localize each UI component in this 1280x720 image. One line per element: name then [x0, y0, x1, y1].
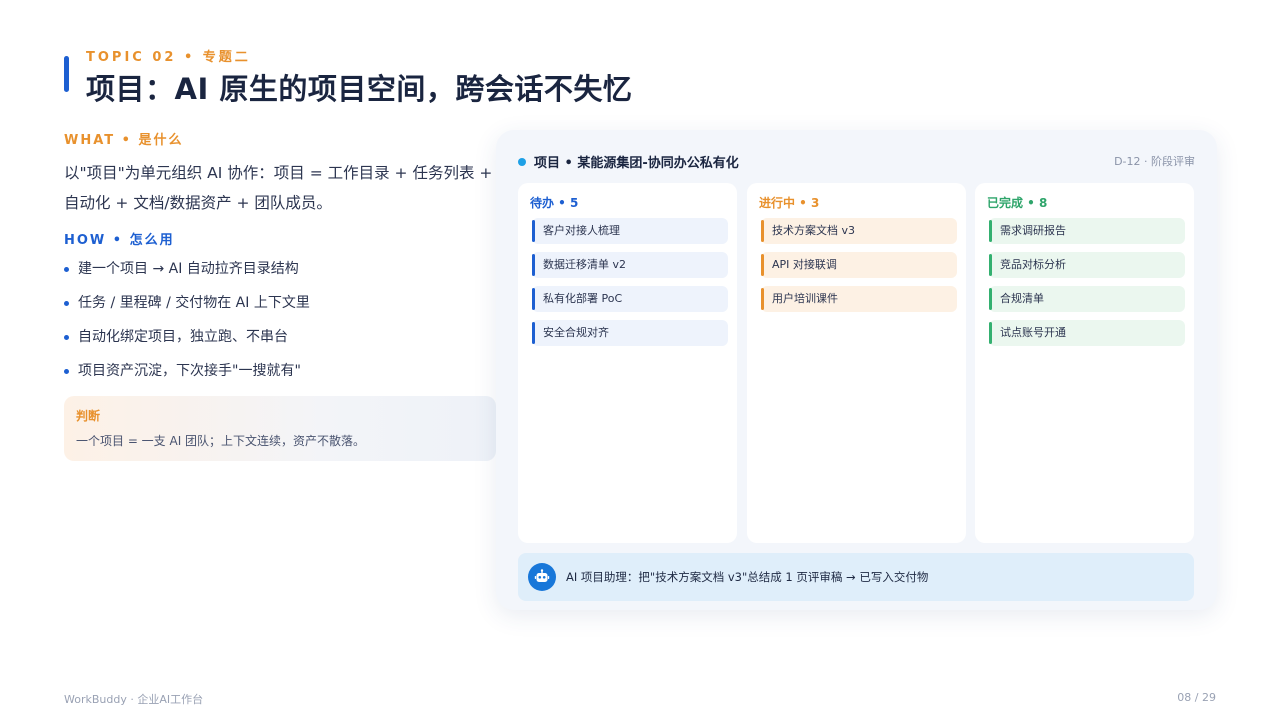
how-label: HOW • 怎么用 — [64, 233, 175, 248]
ai-assistant-bar[interactable]: AI 项目助理：把"技术方案文档 v3"总结成 1 页评审稿 → 已写入交付物 — [518, 553, 1194, 601]
task-card[interactable]: 用户培训课件 — [761, 286, 957, 312]
judgement-text: 一个项目 = 一支 AI 团队；上下文连续，资产不散落。 — [76, 434, 366, 448]
task-card[interactable]: 私有化部署 PoC — [532, 286, 728, 312]
bullet-dot-icon — [64, 267, 69, 272]
project-board-panel: 项目 • 某能源集团-协同办公私有化 D-12 · 阶段评审 待办 • 5 客户… — [496, 130, 1217, 610]
board-header: 项目 • 某能源集团-协同办公私有化 — [518, 152, 739, 171]
how-item: 建一个项目 → AI 自动拉齐目录结构 — [64, 256, 310, 290]
footer-brand: WorkBuddy · 企业AI工作台 — [64, 693, 204, 706]
topic-label: TOPIC 02 • 专题二 — [86, 50, 251, 65]
judgement-box: 判断 一个项目 = 一支 AI 团队；上下文连续，资产不散落。 — [64, 396, 496, 461]
column-done: 已完成 • 8 需求调研报告 竞品对标分析 合规清单 试点账号开通 — [975, 183, 1194, 543]
how-item-text: 自动化绑定项目，独立跑、不串台 — [78, 329, 288, 345]
title-accent-bar — [64, 56, 69, 92]
how-item: 任务 / 里程碑 / 交付物在 AI 上下文里 — [64, 290, 310, 324]
task-card[interactable]: 合规清单 — [989, 286, 1185, 312]
column-header: 进行中 • 3 — [759, 196, 820, 210]
how-item: 自动化绑定项目，独立跑、不串台 — [64, 324, 310, 358]
board-title: 项目 • 某能源集团-协同办公私有化 — [534, 156, 739, 171]
how-item-text: 建一个项目 → AI 自动拉齐目录结构 — [78, 261, 299, 277]
board-stage: D-12 · 阶段评审 — [1114, 155, 1195, 168]
column-todo: 待办 • 5 客户对接人梳理 数据迁移清单 v2 私有化部署 PoC 安全合规对… — [518, 183, 737, 543]
how-item-text: 任务 / 里程碑 / 交付物在 AI 上下文里 — [78, 295, 310, 311]
task-card[interactable]: 试点账号开通 — [989, 320, 1185, 346]
column-in-progress: 进行中 • 3 技术方案文档 v3 API 对接联调 用户培训课件 — [747, 183, 966, 543]
bullet-dot-icon — [64, 335, 69, 340]
status-dot-icon — [518, 157, 526, 166]
assistant-message: AI 项目助理：把"技术方案文档 v3"总结成 1 页评审稿 → 已写入交付物 — [566, 570, 929, 584]
what-label: WHAT • 是什么 — [64, 133, 184, 148]
bullet-dot-icon — [64, 301, 69, 306]
task-card[interactable]: 安全合规对齐 — [532, 320, 728, 346]
judgement-title: 判断 — [76, 409, 101, 423]
task-card[interactable]: 竞品对标分析 — [989, 252, 1185, 278]
how-item-text: 项目资产沉淀，下次接手"一搜就有" — [78, 363, 301, 379]
bullet-dot-icon — [64, 369, 69, 374]
column-header: 已完成 • 8 — [987, 196, 1048, 210]
page-number: 08 / 29 — [1177, 691, 1216, 704]
task-card[interactable]: 客户对接人梳理 — [532, 218, 728, 244]
page-title: 项目：AI 原生的项目空间，跨会话不失忆 — [86, 72, 633, 106]
robot-icon — [528, 563, 556, 591]
task-card[interactable]: 数据迁移清单 v2 — [532, 252, 728, 278]
how-list: 建一个项目 → AI 自动拉齐目录结构 任务 / 里程碑 / 交付物在 AI 上… — [64, 256, 310, 392]
task-card[interactable]: API 对接联调 — [761, 252, 957, 278]
column-header: 待办 • 5 — [530, 196, 579, 210]
task-card[interactable]: 技术方案文档 v3 — [761, 218, 957, 244]
what-description: 以"项目"为单元组织 AI 协作：项目 = 工作目录 + 任务列表 + 自动化 … — [64, 164, 493, 212]
how-item: 项目资产沉淀，下次接手"一搜就有" — [64, 358, 310, 392]
task-card[interactable]: 需求调研报告 — [989, 218, 1185, 244]
